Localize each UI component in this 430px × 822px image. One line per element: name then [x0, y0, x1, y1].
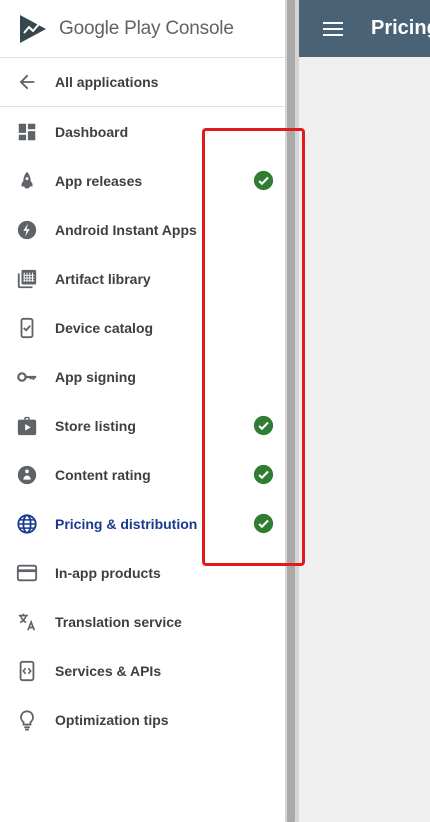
play-console-logo	[20, 14, 46, 43]
globe-icon	[16, 513, 38, 535]
bolt-icon	[16, 219, 38, 241]
sidebar-item-label: Device catalog	[55, 319, 154, 336]
dashboard-icon	[16, 121, 38, 143]
sidebar-item-label: Translation service	[55, 613, 182, 630]
all-applications-link[interactable]: All applications	[0, 58, 285, 107]
key-icon	[16, 366, 38, 388]
sidebar-item-label: Optimization tips	[55, 711, 169, 728]
sidebar-item-label: Android Instant Apps	[55, 221, 197, 238]
sidebar-item-label: Dashboard	[55, 123, 129, 140]
translate-icon	[16, 611, 38, 633]
library-icon	[16, 268, 38, 290]
sidebar-item-label: Store listing	[55, 417, 136, 434]
rocket-icon	[16, 170, 38, 192]
annotation-highlight-box	[202, 128, 305, 566]
menu-icon[interactable]	[323, 21, 343, 36]
top-app-bar: Pricing	[299, 0, 430, 57]
main-content: Pricing	[299, 0, 430, 822]
rating-icon	[16, 464, 38, 486]
sidebar-item-label: Services & APIs	[55, 662, 162, 679]
sidebar-item-label: App signing	[55, 368, 136, 385]
sidebar-item-translation-service[interactable]: Translation service	[0, 597, 285, 646]
sidebar-item-label: App releases	[55, 172, 143, 189]
api-icon	[16, 660, 38, 682]
sidebar-item-label: Artifact library	[55, 270, 151, 287]
page-title: Pricing	[371, 17, 430, 39]
sidebar-item-label: In-app products	[55, 564, 161, 581]
sidebar-item-label: Content rating	[55, 466, 151, 483]
all-applications-label: All applications	[55, 74, 159, 90]
sidebar-item-optimization-tips[interactable]: Optimization tips	[0, 695, 285, 744]
sidebar-item-label: Pricing & distribution	[55, 515, 198, 532]
arrow-back-icon	[16, 71, 38, 93]
device-icon	[16, 317, 38, 339]
brand-header[interactable]: Google Play Console	[0, 0, 285, 58]
sidebar-item-services-apis[interactable]: Services & APIs	[0, 646, 285, 695]
store-icon	[16, 415, 38, 437]
card-icon	[16, 562, 38, 584]
app-title: Google Play Console	[59, 17, 234, 39]
lightbulb-icon	[16, 709, 38, 731]
